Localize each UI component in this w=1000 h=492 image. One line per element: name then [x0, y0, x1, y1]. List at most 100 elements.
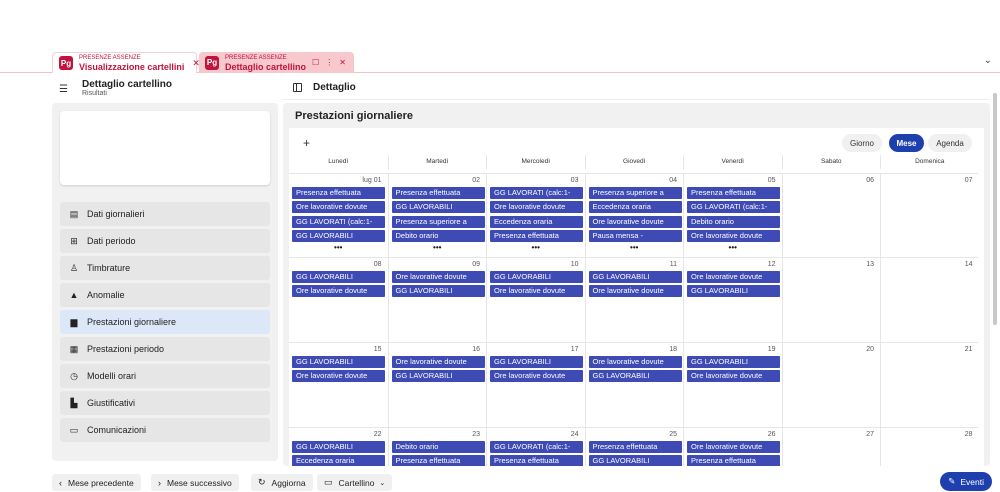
- calendar-event[interactable]: Debito orario: [391, 230, 485, 243]
- day-number[interactable]: 08: [374, 261, 382, 268]
- calendar-day-cell[interactable]: 08 GG LAVORABILI Ore lavorative dovute: [289, 258, 388, 343]
- day-number[interactable]: 13: [866, 261, 874, 268]
- window-icon[interactable]: ☐: [312, 58, 319, 67]
- calendar-event[interactable]: Ore lavorative dovute: [687, 271, 780, 283]
- view-mese-button[interactable]: Mese: [889, 134, 924, 152]
- calendar-event[interactable]: GG LAVORABILI: [588, 455, 682, 466]
- calendar-day-cell[interactable]: 02 Presenza effettuata GG LAVORABILI Presen…: [387, 174, 487, 258]
- calendar-day-cell[interactable]: 04 Presenza superiore a Eccedenza oraria Or…: [584, 174, 684, 258]
- calendar-day-cell[interactable]: 26 Ore lavorative dovute Presenza effettua…: [683, 428, 782, 466]
- calendar-day-cell[interactable]: 24 GG LAVORATI (calc:1- Presenza effettuat…: [486, 428, 585, 466]
- calendar-event[interactable]: Eccedenza oraria: [292, 455, 385, 466]
- previous-month-button[interactable]: ‹ Mese precedente: [52, 474, 141, 491]
- scrollbar[interactable]: [993, 93, 997, 325]
- calendar-event[interactable]: Ore lavorative dovute: [490, 201, 583, 214]
- calendar-event[interactable]: Debito orario: [391, 441, 485, 453]
- calendar-day-cell[interactable]: 18 Ore lavorative dovute GG LAVORABILI: [584, 343, 684, 428]
- calendar-day-cell[interactable]: 27: [781, 428, 881, 466]
- day-number[interactable]: 12: [768, 261, 776, 268]
- view-agenda-button[interactable]: Agenda: [928, 134, 972, 152]
- calendar-event[interactable]: Ore lavorative dovute: [588, 215, 682, 228]
- day-number[interactable]: 14: [965, 261, 973, 268]
- calendar-event[interactable]: Ore lavorative dovute: [588, 356, 682, 368]
- calendar-event[interactable]: Ore lavorative dovute: [490, 370, 583, 383]
- sidebar-item-giustificativi[interactable]: ▙ Giustificativi: [60, 391, 270, 415]
- calendar-event[interactable]: Ore lavorative dovute: [687, 441, 780, 453]
- calendar-event[interactable]: GG LAVORABILI: [292, 271, 385, 283]
- chevron-down-icon[interactable]: ⌄: [984, 55, 992, 66]
- calendar-day-cell[interactable]: 13: [781, 258, 881, 343]
- calendar-event[interactable]: GG LAVORABILI: [292, 356, 385, 368]
- sidebar-item-modelli-orari[interactable]: ◷ Modelli orari: [60, 364, 270, 388]
- calendar-event[interactable]: GG LAVORABILI: [687, 285, 780, 298]
- day-number[interactable]: 22: [374, 431, 382, 438]
- day-number[interactable]: 07: [965, 177, 973, 184]
- tab-dettaglio-cartellino[interactable]: Pg PRESENZE ASSENZE Dettaglio cartellino…: [199, 52, 354, 73]
- day-number[interactable]: 23: [472, 431, 480, 438]
- more-vertical-icon[interactable]: ⋮: [325, 58, 333, 67]
- menu-icon[interactable]: ☰: [59, 84, 68, 95]
- sidebar-item-comunicazioni[interactable]: ▭ Comunicazioni: [60, 418, 270, 442]
- day-number[interactable]: 02: [472, 177, 480, 184]
- day-number[interactable]: 19: [768, 346, 776, 353]
- calendar-day-cell[interactable]: 21: [880, 343, 979, 428]
- calendar-day-cell[interactable]: 11 GG LAVORABILI Ore lavorative dovute: [584, 258, 684, 343]
- calendar-day-cell[interactable]: 25 Presenza effettuata GG LAVORABILI: [584, 428, 684, 466]
- day-number[interactable]: 21: [965, 346, 973, 353]
- calendar-day-cell[interactable]: 20: [781, 343, 881, 428]
- refresh-button[interactable]: ↻ Aggiorna: [251, 474, 313, 491]
- calendar-event[interactable]: Debito orario: [687, 215, 780, 228]
- calendar-event[interactable]: GG LAVORABILI: [490, 356, 583, 368]
- sidebar-item-dati-periodo[interactable]: ⊞ Dati periodo: [60, 229, 270, 253]
- sidebar-item-dati-giornalieri[interactable]: ▤ Dati giornalieri: [60, 202, 270, 226]
- calendar-event[interactable]: Eccedenza oraria: [490, 215, 583, 228]
- day-number[interactable]: 11: [670, 261, 677, 268]
- calendar-event[interactable]: Ore lavorative dovute: [588, 285, 682, 298]
- calendar-event[interactable]: GG LAVORABILI: [588, 271, 682, 283]
- calendar-event[interactable]: Ore lavorative dovute: [292, 370, 385, 383]
- day-number[interactable]: 24: [571, 431, 579, 438]
- calendar-event[interactable]: GG LAVORATI (calc:1-: [292, 215, 385, 228]
- calendar-event[interactable]: Presenza effettuata: [588, 441, 682, 453]
- more-events-indicator[interactable]: •••: [389, 243, 487, 251]
- view-giorno-button[interactable]: Giorno: [842, 134, 882, 152]
- day-number[interactable]: 28: [965, 431, 973, 438]
- calendar-event[interactable]: Presenza effettuata: [687, 187, 780, 199]
- calendar-event[interactable]: GG LAVORABILI: [292, 441, 385, 453]
- day-number[interactable]: 09: [472, 261, 480, 268]
- tab-visualizzazione-cartellini[interactable]: Pg PRESENZE ASSENZE Visualizzazione cart…: [52, 52, 200, 73]
- calendar-event[interactable]: GG LAVORABILI: [687, 356, 780, 368]
- calendar-day-cell[interactable]: 10 GG LAVORABILI Ore lavorative dovute: [486, 258, 585, 343]
- calendar-event[interactable]: Ore lavorative dovute: [687, 370, 780, 383]
- calendar-event[interactable]: GG LAVORABILI: [588, 370, 682, 383]
- next-month-button[interactable]: › Mese successivo: [151, 474, 239, 491]
- calendar-event[interactable]: Ore lavorative dovute: [490, 285, 583, 298]
- day-number[interactable]: 04: [669, 177, 677, 184]
- calendar-day-cell[interactable]: 15 GG LAVORABILI Ore lavorative dovute: [289, 343, 388, 428]
- calendar-day-cell[interactable]: 03 GG LAVORATI (calc:1- Ore lavorative dov…: [486, 174, 585, 258]
- calendar-day-cell[interactable]: 09 Ore lavorative dovute GG LAVORABILI: [387, 258, 487, 343]
- day-number[interactable]: 03: [571, 177, 579, 184]
- calendar-event[interactable]: GG LAVORATI (calc:1-: [687, 201, 780, 214]
- calendar-event[interactable]: Ore lavorative dovute: [391, 356, 485, 368]
- sidebar-item-anomalie[interactable]: ▲ Anomalie: [60, 283, 270, 307]
- calendar-day-cell[interactable]: 17 GG LAVORABILI Ore lavorative dovute: [486, 343, 585, 428]
- calendar-event[interactable]: Presenza superiore a: [588, 187, 682, 199]
- calendar-event[interactable]: Ore lavorative dovute: [292, 201, 385, 214]
- calendar-day-cell[interactable]: 23 Debito orario Presenza effettuata: [387, 428, 487, 466]
- day-number[interactable]: 05: [768, 177, 776, 184]
- calendar-day-cell[interactable]: 07: [880, 174, 979, 258]
- calendar-day-cell[interactable]: 19 GG LAVORABILI Ore lavorative dovute: [683, 343, 782, 428]
- more-events-indicator[interactable]: •••: [586, 243, 684, 251]
- calendar-event[interactable]: GG LAVORABILI: [391, 370, 485, 383]
- day-number[interactable]: 17: [571, 346, 579, 353]
- calendar-day-cell[interactable]: 06: [781, 174, 881, 258]
- side-panel-icon[interactable]: [293, 83, 302, 92]
- day-number[interactable]: 20: [866, 346, 874, 353]
- calendar-day-cell[interactable]: 22 GG LAVORABILI Eccedenza oraria: [289, 428, 388, 466]
- calendar-day-cell[interactable]: 12 Ore lavorative dovute GG LAVORABILI: [683, 258, 782, 343]
- day-number[interactable]: 26: [768, 431, 776, 438]
- calendar-event[interactable]: Ore lavorative dovute: [391, 271, 485, 283]
- calendar-event[interactable]: GG LAVORABILI: [292, 230, 385, 243]
- day-number[interactable]: 25: [669, 431, 677, 438]
